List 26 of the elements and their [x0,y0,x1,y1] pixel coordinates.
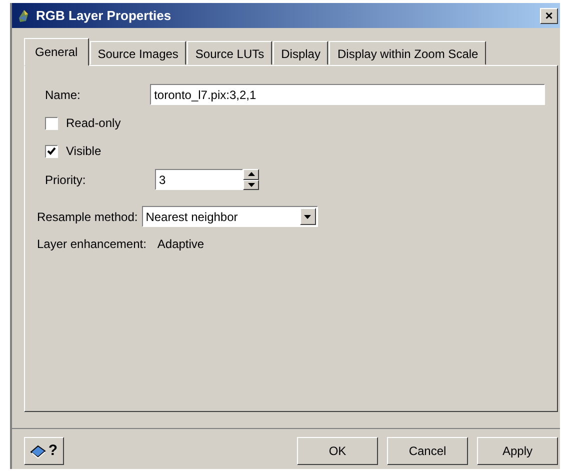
tab[interactable]: Display within Zoom Scale [329,41,486,65]
field-label: Name: [44,86,82,104]
tab[interactable]: Source Images [90,41,186,65]
priority-field[interactable]: 3 [155,169,243,190]
checkbox[interactable] [45,144,58,158]
tab[interactable]: Display [273,41,328,65]
dialog-button[interactable]: Apply [477,437,558,465]
spin-buttons[interactable] [243,169,259,190]
field-label: Layer enhancement: [37,236,146,253]
close-button[interactable]: × [540,8,558,24]
field-label: Priority: [44,172,87,188]
book-icon [30,443,48,459]
checkbox-label: Visible [66,143,102,160]
tab[interactable]: General [24,38,89,66]
dropdown-arrow-icon [304,214,312,218]
enhancement-value: Adaptive [157,236,204,253]
name-field[interactable]: toronto_l7.pix:3,2,1 [150,84,545,105]
window-title: RGB Layer Properties [36,6,172,25]
field-label: Resample method: [37,208,138,226]
tab[interactable]: Source LUTs [187,41,272,65]
dialog-button[interactable]: Cancel [387,437,468,465]
dialog-button[interactable]: OK [297,437,378,465]
checkbox-label: Read-only [66,115,121,132]
resample-dropdown[interactable]: Nearest neighbor [142,206,318,227]
help-button[interactable]: ? [24,437,64,465]
checkbox[interactable] [45,116,58,130]
